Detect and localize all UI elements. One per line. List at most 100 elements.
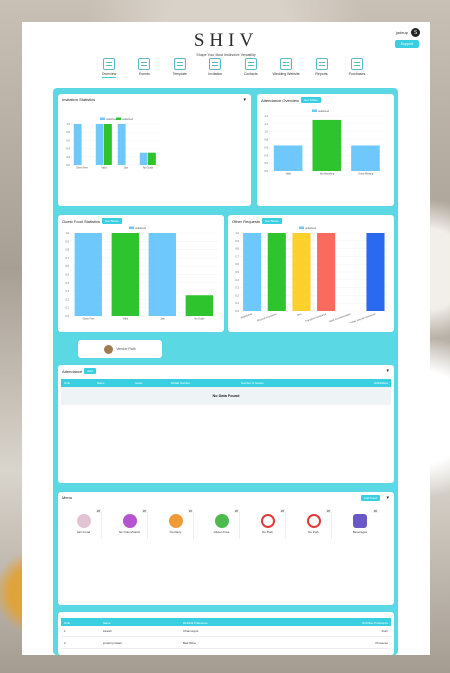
y-tick-label: 0.7: [235, 254, 239, 258]
menu-item[interactable]: 20 No Onion/Garlic: [112, 509, 148, 539]
vendor-card[interactable]: Vendor Ruth: [78, 340, 162, 358]
no-dairy-icon: [168, 514, 183, 528]
brand: SHIV Shape Your Most Instinctive Versati…: [22, 30, 430, 57]
get-share-button[interactable]: Get Share: [301, 97, 321, 103]
website-icon: [280, 58, 293, 70]
bar: [185, 295, 213, 316]
card-title: Attendance Overview Get Share: [261, 97, 321, 103]
get-share-button[interactable]: Get Share: [102, 218, 122, 224]
menu-item[interactable]: 20 Gluten Free: [204, 509, 240, 539]
x-tick-label: No Guide: [194, 318, 205, 321]
y-tick-label: 1.0: [65, 231, 69, 235]
menu-card: Menu Add Food ▾ 20 Jain Food 20 No Onion/G…: [58, 492, 394, 605]
menu-item[interactable]: 20 Jain Food: [66, 509, 102, 539]
chevron-down-icon[interactable]: ▾: [386, 495, 389, 501]
y-tick-label: 0.5: [65, 273, 69, 277]
table-row[interactable]: 2 juvasri jurisam Bad Wine Prosecco: [61, 638, 391, 649]
other-requests-chart: 0.0 0.1 0.2 0.3 0.4 0.5 0.6 0.7 0.8 0.9 1.0 Wheelch…: [235, 226, 388, 323]
no-pork-icon: [306, 514, 321, 528]
x-tick-label: Valid: [286, 173, 292, 176]
y-tick-label: 0.2: [66, 155, 70, 159]
attendance-overview-card: Attendance Overview Get Share 0.0 0.2 0.4 0.…: [257, 94, 394, 206]
y-tick-label: 0.6: [66, 138, 70, 142]
nav-contacts[interactable]: Contacts: [238, 58, 264, 78]
legend-swatch: [100, 117, 105, 120]
content-panel: Invitation Statistics ▾ 0.0 0.2 0.4 0.6 0.8 1…: [53, 88, 398, 655]
jain-food-icon: [76, 514, 91, 528]
legend-label: undefined: [305, 227, 317, 230]
beverages-icon: [353, 514, 367, 528]
add-attendance-button[interactable]: Add: [84, 368, 96, 374]
x-tick-label: Bus: [297, 312, 303, 317]
user-name: jadeup: [395, 30, 408, 35]
bar: [74, 233, 102, 316]
user-menu[interactable]: jadeup S: [396, 28, 420, 37]
x-tick-label: Given Free: [83, 318, 95, 321]
bar: [366, 233, 385, 311]
menu-item[interactable]: 20 No Pork: [250, 509, 286, 539]
card-title: Other Requests Get Share: [232, 218, 282, 224]
nav-purchases[interactable]: Purchases: [344, 58, 370, 78]
empty-state: No Data Found: [61, 387, 391, 405]
y-tick-label: 0.1: [65, 306, 69, 310]
chevron-down-icon[interactable]: ▾: [243, 97, 246, 103]
nav-overview[interactable]: Overview: [96, 58, 122, 78]
x-tick-label: Valid: [123, 318, 129, 321]
nav-events[interactable]: Events: [131, 58, 157, 78]
invitation-icon: [209, 58, 222, 70]
legend-label: undefined: [135, 227, 147, 230]
invitation-statistics-card: Invitation Statistics ▾ 0.0 0.2 0.4 0.6 0.8 1…: [58, 94, 251, 206]
food-table-header: S.No Name Dir/DHS Preference Dir/Other P…: [61, 618, 391, 626]
guest-food-chart: 0.0 0.1 0.2 0.3 0.4 0.5 0.6 0.7 0.8 0.9 1.0 Given F…: [65, 226, 218, 321]
menu-item[interactable]: 20 Beverages: [342, 509, 378, 539]
card-title: Attendance Add: [62, 368, 96, 374]
purchases-icon: [350, 58, 363, 70]
menu-item[interactable]: 20 No Pork: [296, 509, 332, 539]
avatar[interactable]: S: [411, 28, 420, 37]
y-tick-label: 0.2: [264, 161, 268, 165]
y-tick-label: 0.6: [235, 262, 239, 266]
y-tick-label: 0.3: [65, 289, 69, 293]
dashboard-page: SHIV Shape Your Most Instinctive Versati…: [22, 22, 430, 655]
chevron-down-icon[interactable]: ▾: [386, 368, 389, 374]
y-tick-label: 0.9: [65, 239, 69, 243]
bar: [104, 124, 112, 165]
y-tick-label: 0.8: [264, 138, 268, 142]
legend-label: undefined: [122, 118, 134, 121]
bar: [351, 145, 380, 171]
x-tick-label: Transport Assistance: [305, 312, 328, 323]
vendor-avatar: [104, 344, 114, 354]
y-tick-label: 1.0: [264, 130, 268, 134]
bar: [148, 152, 156, 165]
x-tick-label: Given Free: [76, 167, 88, 170]
gluten-free-icon: [214, 514, 229, 528]
support-button[interactable]: Support: [394, 40, 419, 48]
menu-item[interactable]: 20 No Dairy: [158, 509, 194, 539]
y-tick-label: 0.1: [235, 301, 239, 305]
events-icon: [138, 58, 151, 70]
x-tick-label: Not Attending: [320, 173, 335, 176]
y-tick-label: 1.0: [66, 122, 70, 126]
y-tick-label: 0.2: [65, 297, 69, 301]
attendance-card: Attendance Add ▾ S.No Name Guest Mobile N…: [58, 365, 394, 483]
vendor-label: Vendor Ruth: [116, 347, 136, 351]
no-pork-icon: [260, 514, 275, 528]
get-share-button[interactable]: Get Share: [262, 218, 282, 224]
x-tick-label: Jain: [124, 167, 129, 170]
legend-swatch: [299, 226, 304, 229]
y-tick-label: 0.8: [66, 130, 70, 134]
other-requests-card: Other Requests Get Share 0.0 0.1 0.2 0.3 0.4 0…: [228, 215, 394, 332]
invitation-chart: 0.0 0.2 0.4 0.6 0.8 1.0 Given Free Valid Jain No …: [66, 117, 159, 170]
y-tick-label: 0.0: [66, 163, 70, 167]
y-tick-label: 1.2: [264, 122, 268, 126]
bar: [317, 233, 336, 311]
nav-reports[interactable]: Reports: [309, 58, 335, 78]
nav-template[interactable]: Template: [167, 58, 193, 78]
bar: [73, 124, 82, 165]
bar: [312, 119, 342, 171]
table-row[interactable]: 1 lokesh Chamoupts Rum: [61, 626, 391, 637]
y-tick-label: 0.0: [235, 309, 239, 313]
add-food-button[interactable]: Add Food: [360, 495, 380, 501]
nav-invitation[interactable]: Invitation: [202, 58, 228, 78]
nav-wedding-website[interactable]: Wedding Website: [272, 58, 300, 78]
